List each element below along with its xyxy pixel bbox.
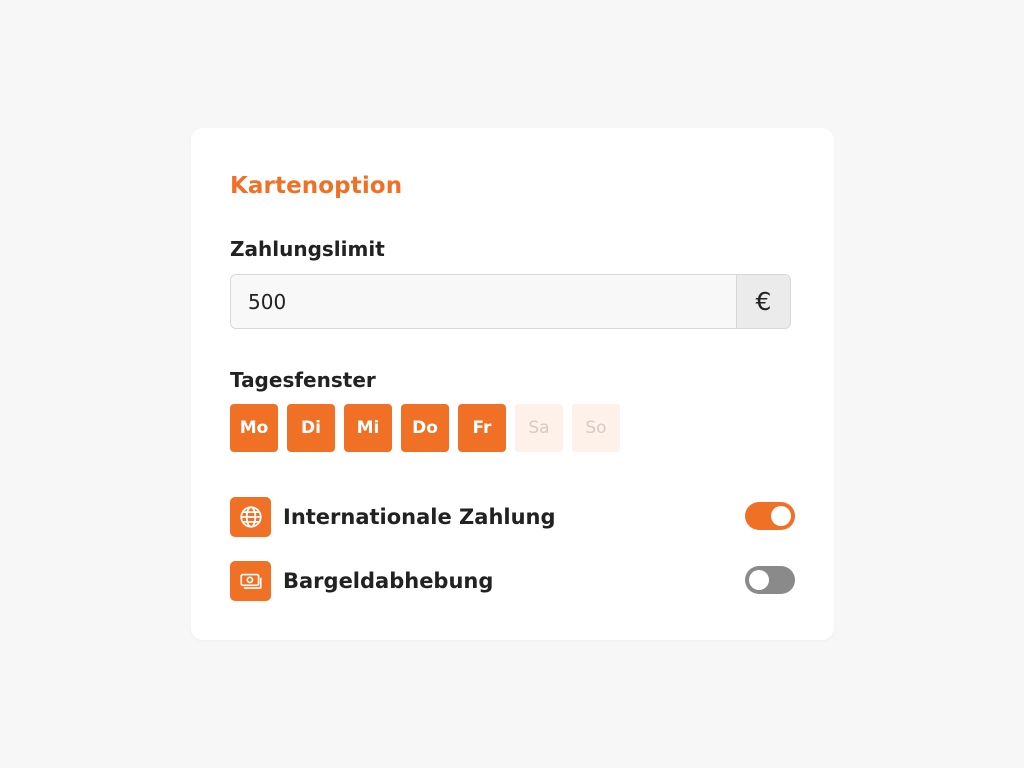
euro-icon: € <box>736 275 790 328</box>
day-selector: Mo Di Mi Do Fr Sa So <box>230 404 620 452</box>
cash-icon <box>230 561 271 601</box>
day-toggle-mi[interactable]: Mi <box>344 404 392 452</box>
card-title: Kartenoption <box>230 173 403 199</box>
cash-withdrawal-toggle[interactable] <box>745 566 795 594</box>
option-cash-withdrawal: Bargeldabhebung <box>230 561 795 601</box>
option-international-payment: Internationale Zahlung <box>230 497 795 537</box>
international-payment-label: Internationale Zahlung <box>283 505 556 529</box>
toggle-knob <box>749 570 769 590</box>
cash-withdrawal-label: Bargeldabhebung <box>283 569 494 593</box>
payment-limit-label: Zahlungslimit <box>230 237 385 261</box>
toggle-knob <box>771 506 791 526</box>
day-toggle-sa[interactable]: Sa <box>515 404 563 452</box>
day-toggle-do[interactable]: Do <box>401 404 449 452</box>
international-payment-toggle[interactable] <box>745 502 795 530</box>
day-window-label: Tagesfenster <box>230 368 376 392</box>
card-options-panel: Kartenoption Zahlungslimit € Tagesfenste… <box>191 128 834 640</box>
day-toggle-di[interactable]: Di <box>287 404 335 452</box>
day-toggle-mo[interactable]: Mo <box>230 404 278 452</box>
payment-limit-input[interactable] <box>231 275 736 328</box>
day-toggle-fr[interactable]: Fr <box>458 404 506 452</box>
day-toggle-so[interactable]: So <box>572 404 620 452</box>
payment-limit-group: € <box>230 274 791 329</box>
globe-icon <box>230 497 271 537</box>
